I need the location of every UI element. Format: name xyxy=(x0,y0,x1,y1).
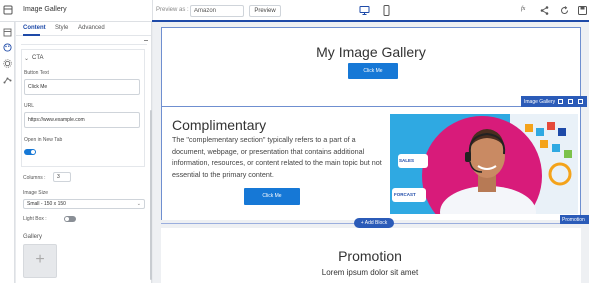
editor-canvas: My Image Gallery Click Me Image Gallery … xyxy=(153,22,589,283)
formula-icon[interactable]: fx xyxy=(521,6,525,12)
preview-as-input[interactable] xyxy=(190,5,244,17)
gallery-label: Gallery xyxy=(23,234,43,240)
panel-title: Image Gallery xyxy=(23,6,67,13)
tab-style[interactable]: Style xyxy=(55,25,68,31)
left-rail xyxy=(0,22,15,283)
cta-section: ⌄ CTA Button Text URL Open in New Tab xyxy=(21,49,145,167)
page-builder: Image Gallery Preview as : Preview fx xyxy=(0,0,589,283)
open-new-tab-toggle[interactable] xyxy=(24,149,36,155)
gallery-cta-button[interactable]: Click Me xyxy=(348,63,398,79)
hero-label-sales: SALES xyxy=(399,158,415,163)
plus-icon: + xyxy=(35,251,45,268)
save-icon[interactable] xyxy=(568,99,573,104)
complimentary-body: The "complementary section" typically re… xyxy=(172,135,382,179)
preview-button[interactable]: Preview xyxy=(249,5,281,17)
copy-icon[interactable] xyxy=(558,99,563,104)
button-text-label: Button Text xyxy=(24,70,49,76)
layers-icon[interactable] xyxy=(3,28,12,37)
promotion-section[interactable]: Promotion Lorem ipsum dolor sit amet xyxy=(161,228,581,283)
save-icon[interactable] xyxy=(577,5,588,16)
settings-icon[interactable] xyxy=(3,59,12,68)
promotion-section-tag[interactable]: Promotion xyxy=(560,215,589,224)
tab-underline xyxy=(23,34,40,36)
add-gallery-image-button[interactable]: + xyxy=(23,244,57,278)
share-icon[interactable] xyxy=(539,5,550,16)
cta-section-title[interactable]: CTA xyxy=(32,55,44,61)
button-text-input[interactable] xyxy=(24,79,140,95)
layout-icon[interactable] xyxy=(3,5,13,15)
section-divider xyxy=(21,44,147,45)
promotion-subtitle: Lorem ipsum dolor sit amet xyxy=(321,268,419,277)
tab-advanced[interactable]: Advanced xyxy=(78,25,105,31)
image-size-select[interactable]: Small - 150 x 150 ⌄ xyxy=(23,199,145,209)
tab-content[interactable]: Content xyxy=(23,25,46,31)
hero-image xyxy=(390,114,578,214)
top-bar: Image Gallery Preview as : Preview fx xyxy=(0,0,589,22)
delete-icon[interactable] xyxy=(578,99,583,104)
panel-tabs: Content Style Advanced xyxy=(16,22,151,36)
lightbox-toggle[interactable] xyxy=(64,216,76,222)
chevron-down-icon[interactable]: ⌄ xyxy=(24,55,29,62)
columns-label: Columns : xyxy=(23,175,46,181)
complimentary-heading: Complimentary xyxy=(172,117,267,133)
url-label: URL xyxy=(24,103,35,109)
preview-as-label: Preview as : xyxy=(156,7,189,13)
image-size-value: Small - 150 x 150 xyxy=(27,201,66,207)
palette-icon[interactable] xyxy=(3,43,12,52)
divider xyxy=(152,0,153,22)
analytics-icon[interactable] xyxy=(3,75,12,84)
chevron-down-icon: ⌄ xyxy=(136,201,141,207)
toggle-knob xyxy=(65,217,69,221)
add-block-button[interactable]: + Add Block xyxy=(354,218,394,228)
collapse-handle[interactable] xyxy=(144,40,148,43)
hero-label-forcast: FORCAST xyxy=(394,192,416,197)
panel-scrollbar[interactable] xyxy=(150,110,152,280)
image-gallery-section[interactable]: My Image Gallery Click Me xyxy=(161,27,581,107)
settings-panel: Content Style Advanced ⌄ CTA Button Text… xyxy=(16,22,152,283)
section-tag-label: Image Gallery xyxy=(524,99,556,105)
promotion-heading: Promotion xyxy=(338,248,402,264)
gallery-title: My Image Gallery xyxy=(316,44,426,60)
open-new-tab-label: Open in New Tab xyxy=(24,137,63,143)
complimentary-cta-button[interactable]: Click Me xyxy=(244,188,300,205)
complimentary-section[interactable]: Complimentary The "complementary section… xyxy=(161,107,581,220)
desktop-icon[interactable] xyxy=(359,5,370,16)
lightbox-label: Light Box : xyxy=(23,216,47,222)
mobile-icon[interactable] xyxy=(381,5,392,16)
url-input[interactable] xyxy=(24,112,140,128)
columns-input[interactable] xyxy=(53,172,71,182)
refresh-icon[interactable] xyxy=(559,5,570,16)
image-size-label: Image Size xyxy=(23,190,49,196)
toggle-knob xyxy=(31,150,35,154)
section-toolbar: Image Gallery xyxy=(521,96,587,107)
